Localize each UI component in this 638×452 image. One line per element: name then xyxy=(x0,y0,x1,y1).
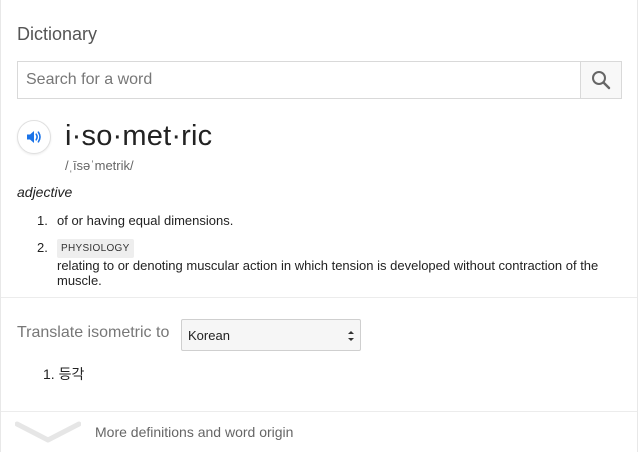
part-of-speech: adjective xyxy=(17,184,73,200)
more-definitions-link[interactable]: More definitions and word origin xyxy=(95,424,293,440)
definition-text: of or having equal dimensions. xyxy=(57,213,234,228)
definition-number: 2. xyxy=(37,240,48,255)
definition-number: 1. xyxy=(37,213,48,228)
selected-language: Korean xyxy=(188,327,230,343)
search-icon xyxy=(592,71,611,90)
pronunciation-button[interactable] xyxy=(17,120,51,154)
dictionary-title: Dictionary xyxy=(17,24,98,44)
section-divider xyxy=(1,297,637,298)
search-button[interactable] xyxy=(580,62,621,98)
subject-tag: PHYSIOLOGY xyxy=(57,239,134,258)
speaker-icon xyxy=(27,131,41,143)
footer-divider xyxy=(1,411,637,412)
language-select[interactable]: Korean xyxy=(181,319,361,351)
search-box xyxy=(17,61,622,99)
translate-label: Translate isometric to xyxy=(17,324,170,341)
translation-number: 1. xyxy=(43,366,55,382)
definition-text: relating to or denoting muscular action … xyxy=(57,258,599,288)
expand-chevron-icon[interactable] xyxy=(15,420,81,444)
phonetic-spelling: /ˌīsəˈmetrik/ xyxy=(65,158,134,173)
headword: i·so·met·ric xyxy=(65,120,213,152)
search-input[interactable] xyxy=(18,62,580,98)
select-arrows-icon xyxy=(348,331,354,341)
definition-body: PHYSIOLOGY relating to or denoting muscu… xyxy=(57,239,617,288)
dictionary-card: Dictionary i·so·met·ric /ˌīsəˈmetrik/ ad… xyxy=(0,0,638,452)
translation-text: 등각 xyxy=(58,366,85,382)
translation-result: 1. 등각 xyxy=(43,364,84,384)
